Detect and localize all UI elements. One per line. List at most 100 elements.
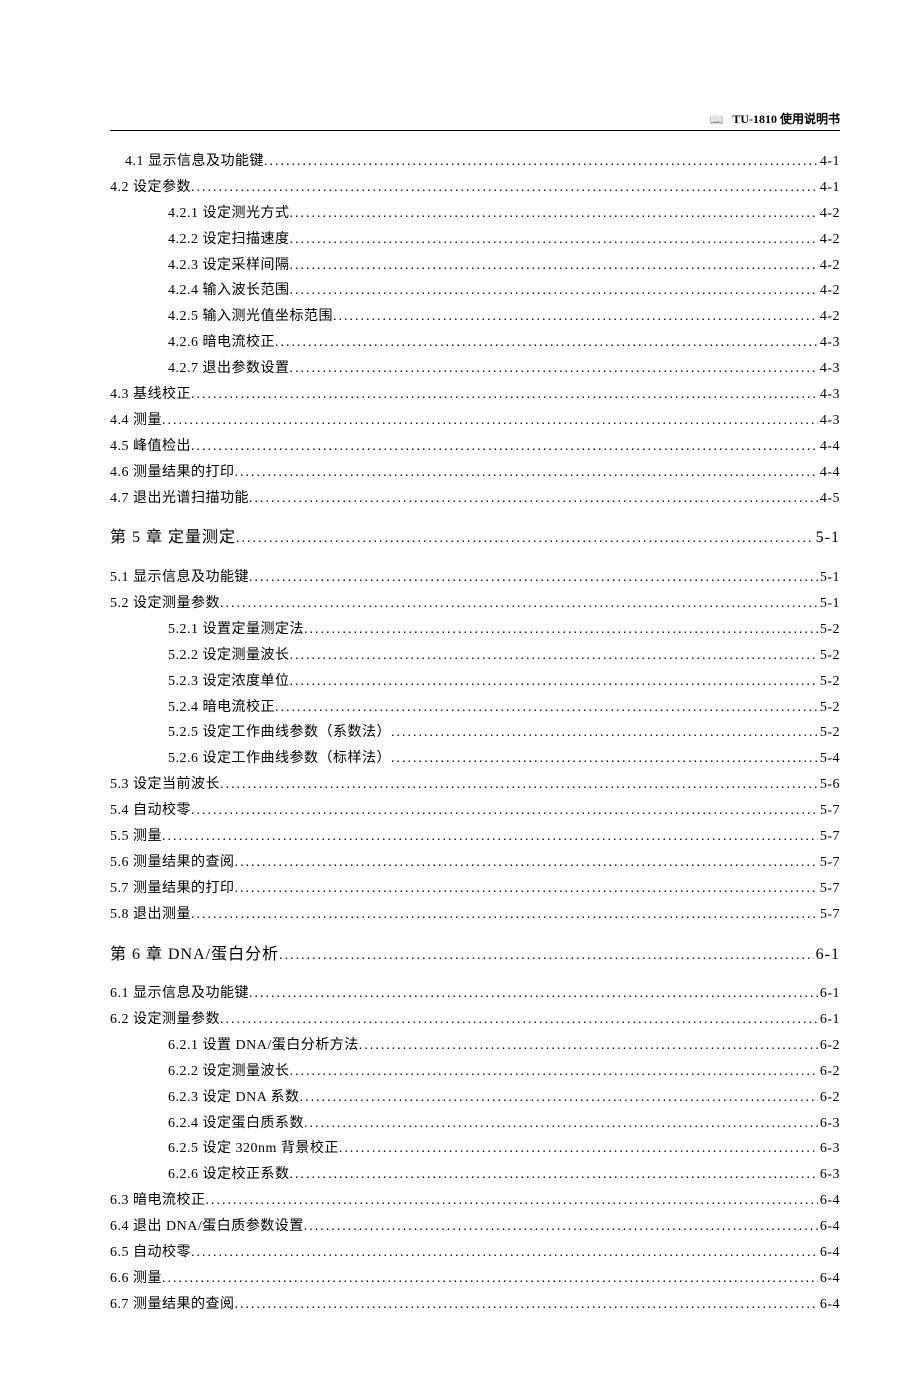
toc-leader-dots — [275, 330, 818, 356]
toc-entry-page: 4-1 — [818, 175, 840, 201]
toc-entry-title: 5.2.1 设置定量测定法 — [168, 617, 304, 643]
toc-entry: 5.2.4 暗电流校正 5-2 — [110, 695, 840, 721]
toc-entry-title: 4.5 峰值检出 — [110, 434, 191, 460]
toc-entry-title: 5.2.4 暗电流校正 — [168, 695, 275, 721]
toc-entry-page: 5-2 — [818, 669, 840, 695]
toc-leader-dots — [191, 434, 818, 460]
toc-entry: 4.2.7 退出参数设置 4-3 — [110, 356, 840, 382]
toc-leader-dots — [304, 1214, 818, 1240]
toc-leader-dots — [290, 1059, 818, 1085]
toc-entry: 6.4 退出 DNA/蛋白质参数设置 6-4 — [110, 1214, 840, 1240]
toc-leader-dots — [290, 1162, 818, 1188]
toc-entry-title: 5.5 测量 — [110, 824, 162, 850]
toc-entry: 4.1 显示信息及功能键 4-1 — [110, 149, 840, 175]
toc-leader-dots — [220, 772, 818, 798]
toc-entry-title: 5.2.6 设定工作曲线参数（标样法） — [168, 746, 391, 772]
toc-entry: 6.2.2 设定测量波长 6-2 — [110, 1059, 840, 1085]
toc-entry-page: 5-4 — [818, 746, 840, 772]
toc-leader-dots — [359, 1033, 818, 1059]
toc-entry: 5.2.2 设定测量波长 5-2 — [110, 643, 840, 669]
toc-leader-dots — [191, 902, 818, 928]
toc-entry-title: 第 6 章 DNA/蛋白分析 — [110, 940, 279, 970]
toc-entry-title: 4.4 测量 — [110, 408, 162, 434]
toc-entry: 第 6 章 DNA/蛋白分析 6-1 — [110, 928, 840, 982]
toc-entry: 6.5 自动校零 6-4 — [110, 1240, 840, 1266]
toc-entry: 5.3 设定当前波长 5-6 — [110, 772, 840, 798]
toc-entry-page: 5-2 — [818, 643, 840, 669]
toc-entry: 5.2.1 设置定量测定法 5-2 — [110, 617, 840, 643]
toc-entry-title: 4.3 基线校正 — [110, 382, 191, 408]
toc-entry: 4.5 峰值检出 4-4 — [110, 434, 840, 460]
book-icon: 📖 — [710, 113, 724, 126]
toc-entry-title: 5.1 显示信息及功能键 — [110, 565, 249, 591]
toc-entry-title: 5.2.2 设定测量波长 — [168, 643, 290, 669]
toc-entry-page: 5-7 — [818, 902, 840, 928]
toc-entry-title: 6.5 自动校零 — [110, 1240, 191, 1266]
toc-entry-title: 5.8 退出测量 — [110, 902, 191, 928]
toc-entry-page: 6-1 — [814, 940, 840, 970]
toc-entry: 4.4 测量 4-3 — [110, 408, 840, 434]
toc-entry-page: 4-3 — [818, 408, 840, 434]
toc-entry: 5.4 自动校零 5-7 — [110, 798, 840, 824]
toc-entry-page: 6-4 — [818, 1214, 840, 1240]
toc-entry: 5.2.5 设定工作曲线参数（系数法） 5-2 — [110, 720, 840, 746]
toc-leader-dots — [235, 876, 818, 902]
toc-entry-page: 5-1 — [818, 591, 840, 617]
toc-entry-title: 4.2.3 设定采样间隔 — [168, 253, 290, 279]
toc-entry-page: 6-1 — [818, 981, 840, 1007]
toc-entry-title: 6.2.3 设定 DNA 系数 — [168, 1085, 300, 1111]
toc-entry-title: 4.7 退出光谱扫描功能 — [110, 486, 249, 512]
toc-leader-dots — [290, 643, 818, 669]
toc-leader-dots — [304, 1111, 818, 1137]
toc-entry-page: 4-3 — [818, 382, 840, 408]
toc-entry-title: 4.2.1 设定测光方式 — [168, 201, 290, 227]
toc-entry-page: 6-3 — [818, 1136, 840, 1162]
toc-entry-page: 5-7 — [818, 850, 840, 876]
toc-leader-dots — [235, 460, 818, 486]
toc-entry: 6.2.1 设置 DNA/蛋白分析方法 6-2 — [110, 1033, 840, 1059]
toc-entry: 4.7 退出光谱扫描功能 4-5 — [110, 486, 840, 512]
toc-entry-page: 6-2 — [818, 1059, 840, 1085]
toc-entry-page: 6-4 — [818, 1292, 840, 1318]
toc-entry-title: 6.2 设定测量参数 — [110, 1007, 220, 1033]
toc-leader-dots — [191, 798, 818, 824]
toc-leader-dots — [162, 824, 818, 850]
toc-leader-dots — [249, 981, 818, 1007]
toc-leader-dots — [264, 149, 818, 175]
toc-entry-page: 5-1 — [814, 523, 840, 553]
toc-entry-title: 6.1 显示信息及功能键 — [110, 981, 249, 1007]
toc-leader-dots — [220, 1007, 818, 1033]
toc-entry: 第 5 章 定量测定 5-1 — [110, 511, 840, 565]
toc-leader-dots — [191, 175, 818, 201]
toc-entry-page: 5-6 — [818, 772, 840, 798]
toc-entry-title: 6.2.2 设定测量波长 — [168, 1059, 290, 1085]
toc-entry: 5.1 显示信息及功能键 5-1 — [110, 565, 840, 591]
toc-leader-dots — [235, 850, 818, 876]
toc-entry-title: 5.2.3 设定浓度单位 — [168, 669, 290, 695]
toc-entry-title: 6.7 测量结果的查阅 — [110, 1292, 235, 1318]
document-page: 📖 TU-1810 使用说明书 4.1 显示信息及功能键 4-14.2 设定参数… — [0, 0, 920, 1378]
toc-entry: 5.2 设定测量参数 5-1 — [110, 591, 840, 617]
toc-entry-page: 4-2 — [818, 278, 840, 304]
toc-entry: 4.2.2 设定扫描速度 4-2 — [110, 227, 840, 253]
toc-entry-title: 4.2.4 输入波长范围 — [168, 278, 290, 304]
toc-entry-page: 5-1 — [818, 565, 840, 591]
toc-entry-page: 5-7 — [818, 876, 840, 902]
toc-entry-page: 5-2 — [818, 617, 840, 643]
toc-entry: 4.2.4 输入波长范围 4-2 — [110, 278, 840, 304]
toc-entry-page: 5-2 — [818, 695, 840, 721]
toc-leader-dots — [279, 943, 814, 969]
toc-leader-dots — [191, 382, 818, 408]
toc-entry-page: 4-5 — [818, 486, 840, 512]
toc-entry-page: 4-4 — [818, 434, 840, 460]
toc-entry-title: 6.2.1 设置 DNA/蛋白分析方法 — [168, 1033, 359, 1059]
toc-entry-page: 6-2 — [818, 1085, 840, 1111]
table-of-contents: 4.1 显示信息及功能键 4-14.2 设定参数 4-14.2.1 设定测光方式… — [110, 149, 840, 1318]
toc-entry-title: 第 5 章 定量测定 — [110, 523, 236, 553]
toc-entry-title: 6.2.4 设定蛋白质系数 — [168, 1111, 304, 1137]
toc-entry: 5.2.3 设定浓度单位 5-2 — [110, 669, 840, 695]
toc-leader-dots — [206, 1188, 818, 1214]
page-header: 📖 TU-1810 使用说明书 — [110, 110, 840, 131]
toc-leader-dots — [391, 746, 818, 772]
toc-entry-title: 6.2.6 设定校正系数 — [168, 1162, 290, 1188]
